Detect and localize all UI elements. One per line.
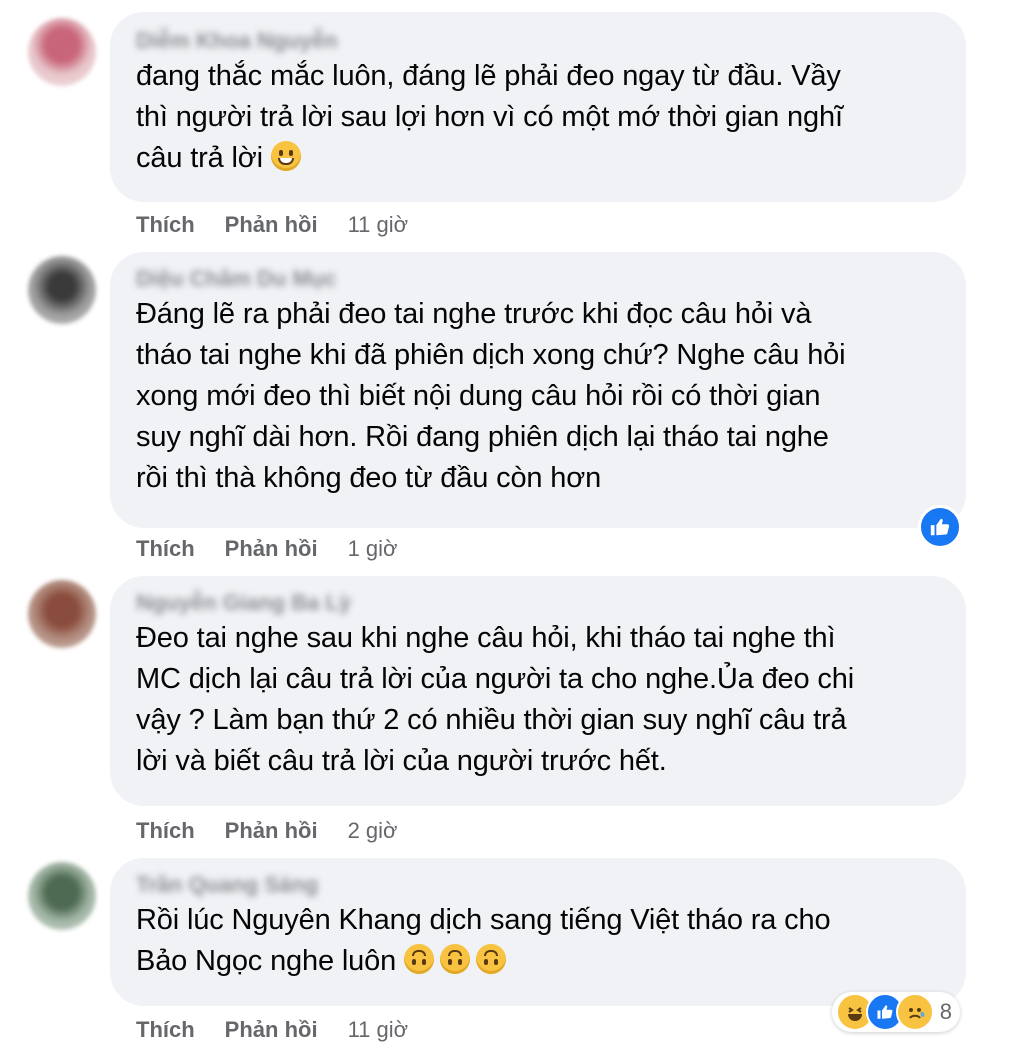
comment-bubble: Trần Quang Sáng Rồi lúc Nguyên Khang dịc… — [110, 858, 966, 1006]
reaction-summary[interactable]: 8 — [831, 992, 960, 1032]
timestamp[interactable]: 1 giờ — [348, 536, 398, 561]
comment-author[interactable]: Diệu Châm Du Mục — [136, 264, 940, 294]
comment-bubble: Nguyễn Giang Ba Lỳ Đeo tai nghe sau khi … — [110, 576, 966, 806]
reply-button[interactable]: Phản hồi — [225, 536, 318, 561]
like-reaction-icon[interactable] — [918, 505, 962, 549]
comment-actions: Thích Phản hồi 11 giờ — [136, 212, 408, 238]
sad-reaction-icon — [895, 993, 934, 1031]
upside-down-emoji-icon — [404, 944, 435, 974]
comment-author[interactable]: Trần Quang Sáng — [136, 870, 940, 900]
comment-author[interactable]: Nguyễn Giang Ba Lỳ — [136, 588, 940, 618]
upside-down-emoji-icon — [440, 944, 471, 974]
comment-actions: Thích Phản hồi 1 giờ — [136, 536, 397, 562]
like-button[interactable]: Thích — [136, 1017, 195, 1042]
comment-bubble: Diệu Châm Du Mục Đáng lẽ ra phải đeo tai… — [110, 252, 966, 528]
grinning-emoji-icon — [270, 141, 301, 171]
timestamp[interactable]: 2 giờ — [348, 818, 398, 843]
avatar[interactable] — [28, 862, 96, 930]
reaction-count[interactable]: 8 — [940, 999, 952, 1025]
timestamp[interactable]: 11 giờ — [348, 212, 409, 237]
like-button[interactable]: Thích — [136, 536, 195, 561]
reply-button[interactable]: Phản hồi — [225, 1017, 318, 1042]
comment-bubble: Diễm Khoa Nguyễn đang thắc mắc luôn, đán… — [110, 12, 966, 202]
like-button[interactable]: Thích — [136, 212, 195, 237]
avatar[interactable] — [28, 256, 96, 324]
upside-down-emoji-icon — [476, 944, 507, 974]
avatar[interactable] — [28, 18, 96, 86]
comment-text: Rồi lúc Nguyên Khang dịch sang tiếng Việ… — [136, 904, 831, 977]
comment-actions: Thích Phản hồi 2 giờ — [136, 818, 397, 844]
reply-button[interactable]: Phản hồi — [225, 212, 318, 237]
timestamp[interactable]: 11 giờ — [348, 1017, 409, 1042]
comment-actions: Thích Phản hồi 11 giờ — [136, 1017, 408, 1043]
like-button[interactable]: Thích — [136, 818, 195, 843]
reply-button[interactable]: Phản hồi — [225, 818, 318, 843]
comment-text: Đeo tai nghe sau khi nghe câu hỏi, khi t… — [136, 622, 855, 777]
avatar[interactable] — [28, 580, 96, 648]
comment-author[interactable]: Diễm Khoa Nguyễn — [136, 26, 940, 56]
comment-text: đang thắc mắc luôn, đáng lẽ phải đeo nga… — [136, 60, 843, 174]
comment-text: Đáng lẽ ra phải đeo tai nghe trước khi đ… — [136, 298, 846, 494]
